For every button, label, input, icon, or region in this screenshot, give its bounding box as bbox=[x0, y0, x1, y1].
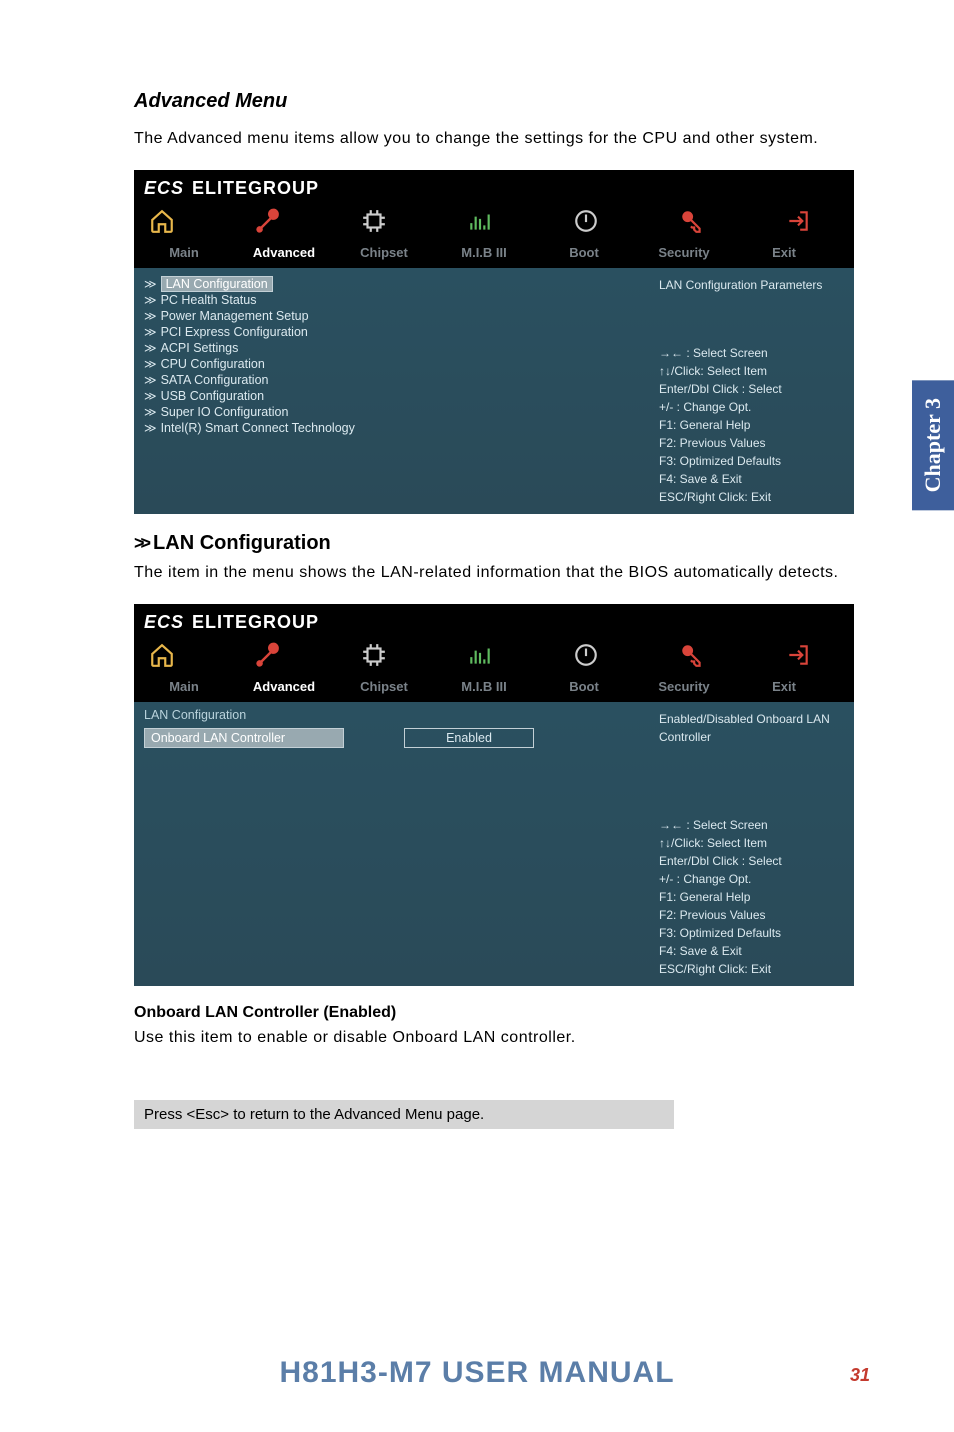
power-icon bbox=[572, 207, 600, 235]
chevron-icon: ≫ bbox=[144, 405, 157, 419]
help-key: F1: General Help bbox=[659, 416, 844, 434]
chapter-tab: Chapter 3 bbox=[912, 380, 954, 510]
menu-item-pc-health[interactable]: PC Health Status bbox=[161, 292, 257, 308]
chip-icon bbox=[360, 207, 388, 235]
lan-config-heading: >> LAN Configuration bbox=[134, 532, 864, 555]
menu-item-usb-config[interactable]: USB Configuration bbox=[161, 388, 265, 404]
key-icon bbox=[678, 207, 706, 235]
help-description: LAN Configuration Parameters bbox=[659, 276, 844, 294]
tab-chipset[interactable]: Chipset bbox=[334, 245, 434, 260]
exit-icon bbox=[784, 641, 812, 669]
tuning-icon bbox=[466, 207, 494, 235]
chevron-icon: ≫ bbox=[144, 309, 157, 323]
tuning-icon bbox=[466, 641, 494, 669]
onboard-lan-title: Onboard LAN Controller (Enabled) bbox=[134, 1004, 864, 1022]
intro-paragraph: The Advanced menu items allow you to cha… bbox=[134, 127, 864, 152]
bios-screenshot-lan: ECS ELITEGROUP Main Advanced Chipset M.I… bbox=[134, 604, 854, 986]
help-key: F4: Save & Exit bbox=[659, 942, 844, 960]
menu-item-cpu-config[interactable]: CPU Configuration bbox=[161, 356, 265, 372]
tab-boot[interactable]: Boot bbox=[534, 679, 634, 694]
help-key: →← : Select Screen bbox=[659, 816, 844, 834]
chevron-icon: ≫ bbox=[144, 389, 157, 403]
help-key: +/- : Change Opt. bbox=[659, 870, 844, 888]
onboard-lan-option[interactable]: Onboard LAN Controller bbox=[144, 728, 344, 748]
menu-item-pci-express[interactable]: PCI Express Configuration bbox=[161, 324, 308, 340]
help-key: Enter/Dbl Click : Select bbox=[659, 380, 844, 398]
home-icon bbox=[148, 207, 176, 235]
help-key: ↑↓/Click: Select Item bbox=[659, 834, 844, 852]
help-key: F4: Save & Exit bbox=[659, 470, 844, 488]
tab-boot[interactable]: Boot bbox=[534, 245, 634, 260]
menu-item-power-mgmt[interactable]: Power Management Setup bbox=[161, 308, 309, 324]
chevron-icon: ≫ bbox=[144, 325, 157, 339]
chevron-icon: ≫ bbox=[144, 421, 157, 435]
menu-item-lan-config[interactable]: LAN Configuration bbox=[161, 276, 273, 292]
tab-mib[interactable]: M.I.B III bbox=[434, 245, 534, 260]
tab-mib[interactable]: M.I.B III bbox=[434, 679, 534, 694]
ecs-logo: ECS ELITEGROUP bbox=[144, 612, 319, 633]
lan-config-desc: The item in the menu shows the LAN-relat… bbox=[134, 561, 864, 586]
lan-breadcrumb: LAN Configuration bbox=[134, 702, 649, 724]
power-icon bbox=[572, 641, 600, 669]
menu-item-acpi[interactable]: ACPI Settings bbox=[161, 340, 239, 356]
chevron-icon: ≫ bbox=[144, 373, 157, 387]
section-title: Advanced Menu bbox=[134, 90, 864, 113]
tab-main[interactable]: Main bbox=[134, 245, 234, 260]
help-key: F1: General Help bbox=[659, 888, 844, 906]
wrench-icon bbox=[254, 207, 282, 235]
chevron-icon: >> bbox=[134, 533, 147, 554]
chevron-icon: ≫ bbox=[144, 357, 157, 371]
tab-exit[interactable]: Exit bbox=[734, 679, 834, 694]
help-key: ESC/Right Click: Exit bbox=[659, 960, 844, 978]
tab-security[interactable]: Security bbox=[634, 679, 734, 694]
help-key: F2: Previous Values bbox=[659, 434, 844, 452]
wrench-icon bbox=[254, 641, 282, 669]
help-key: Enter/Dbl Click : Select bbox=[659, 852, 844, 870]
tab-exit[interactable]: Exit bbox=[734, 245, 834, 260]
help-key: →← : Select Screen bbox=[659, 344, 844, 362]
help-key: F3: Optimized Defaults bbox=[659, 452, 844, 470]
tab-security[interactable]: Security bbox=[634, 245, 734, 260]
help-description: Enabled/Disabled Onboard LAN Controller bbox=[659, 710, 844, 746]
help-key: F3: Optimized Defaults bbox=[659, 924, 844, 942]
key-icon bbox=[678, 641, 706, 669]
menu-item-super-io[interactable]: Super IO Configuration bbox=[161, 404, 289, 420]
help-key: ↑↓/Click: Select Item bbox=[659, 362, 844, 380]
menu-item-intel-smart-connect[interactable]: Intel(R) Smart Connect Technology bbox=[161, 420, 355, 436]
esc-note: Press <Esc> to return to the Advanced Me… bbox=[134, 1100, 674, 1129]
ecs-logo: ECS ELITEGROUP bbox=[144, 178, 319, 199]
tab-chipset[interactable]: Chipset bbox=[334, 679, 434, 694]
chevron-icon: ≫ bbox=[144, 293, 157, 307]
tab-advanced[interactable]: Advanced bbox=[234, 679, 334, 694]
help-key: +/- : Change Opt. bbox=[659, 398, 844, 416]
onboard-lan-value[interactable]: Enabled bbox=[404, 728, 534, 748]
tab-advanced[interactable]: Advanced bbox=[234, 245, 334, 260]
help-key: ESC/Right Click: Exit bbox=[659, 488, 844, 506]
bios-tab-bar: Main Advanced Chipset M.I.B III Boot Sec… bbox=[134, 241, 854, 268]
chip-icon bbox=[360, 641, 388, 669]
manual-title-footer: H81H3-M7 USER MANUAL bbox=[0, 1356, 954, 1390]
bios-screenshot-advanced: ECS ELITEGROUP Main Advanced Chipset M.I… bbox=[134, 170, 854, 514]
help-key: F2: Previous Values bbox=[659, 906, 844, 924]
tab-main[interactable]: Main bbox=[134, 679, 234, 694]
home-icon bbox=[148, 641, 176, 669]
chevron-icon: ≫ bbox=[144, 341, 157, 355]
exit-icon bbox=[784, 207, 812, 235]
chevron-icon: ≫ bbox=[144, 277, 157, 291]
menu-item-sata-config[interactable]: SATA Configuration bbox=[161, 372, 269, 388]
onboard-lan-desc: Use this item to enable or disable Onboa… bbox=[134, 1026, 864, 1051]
page-number: 31 bbox=[850, 1365, 870, 1386]
